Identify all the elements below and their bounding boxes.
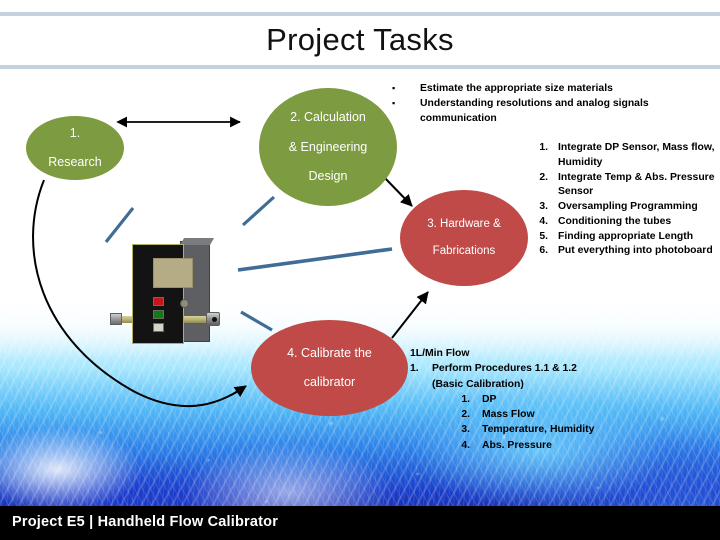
list-item-text: DP <box>482 393 497 405</box>
connector-overlay <box>32 116 429 407</box>
bullet-marker-icon: ▪ <box>392 83 396 93</box>
device-button-red <box>153 297 164 306</box>
list-item: 1. DP <box>444 392 670 407</box>
leader-line-to-hardware <box>237 247 393 272</box>
node-calibrate-calibrator[interactable]: 4. Calibrate the calibrator <box>251 320 408 416</box>
list-item-text: Perform Procedures 1.1 & 1.2 <box>432 363 577 375</box>
list-item: 5. Finding appropriate Length <box>528 230 718 245</box>
device-side-panel <box>180 241 210 342</box>
list-item-number: 3. <box>461 424 470 436</box>
leader-line-to-calibrate <box>240 310 273 332</box>
header-rule-bottom <box>0 65 720 69</box>
list-item: 1. Integrate DP Sensor, Mass flow, Humid… <box>528 141 718 171</box>
list-item-number: 4. <box>539 215 548 227</box>
list-item-continuation: (Basic Calibration) <box>432 378 524 390</box>
device-lcd-screen <box>153 258 193 288</box>
device-front-panel <box>132 244 193 344</box>
node-research[interactable]: 1. Research <box>26 116 124 180</box>
node-calculation-design[interactable]: 2. Calculation & Engineering Design <box>259 88 397 206</box>
node-calculation-label: 2. Calculation & Engineering Design <box>277 110 380 184</box>
node-hardware-line2: Fabrications <box>432 244 496 257</box>
list-item: 1. Perform Procedures 1.1 & 1.2 <box>410 361 670 376</box>
list-item-number: 1. <box>461 393 470 405</box>
header-rule-top <box>0 12 720 16</box>
list-item-text: Integrate Temp & Abs. Pressure Sensor <box>558 171 715 198</box>
bullet-list: ▪ Estimate the appropriate size material… <box>392 82 692 126</box>
device-outlet-tube <box>184 316 208 323</box>
list-item: 6. Put everything into photoboard <box>528 244 718 259</box>
node-calculation-line3: Design <box>308 169 348 184</box>
connector-calculation-to-hardware <box>382 175 413 207</box>
list-item: 3. Oversampling Programming <box>528 200 718 215</box>
leader-line-to-calculation <box>241 195 276 227</box>
node-calculation-line1: 2. Calculation <box>290 110 366 125</box>
list-item-text: Temperature, Humidity <box>482 424 595 436</box>
numbered-task-list: 1. Integrate DP Sensor, Mass flow, Humid… <box>528 141 718 259</box>
list-item-number: 4. <box>461 439 470 451</box>
device-inlet-fitting <box>110 313 122 325</box>
list-item-text: Abs. Pressure <box>482 439 552 451</box>
list-item-number: 1. <box>539 142 548 153</box>
flow-sub-list: 1. DP 2. Mass Flow 3. Temperature, Humid… <box>410 392 670 453</box>
bullet-text: Estimate the appropriate size materials <box>420 83 613 94</box>
list-item-text: Integrate DP Sensor, Mass flow, Humidity <box>558 142 715 168</box>
calibrator-device-image <box>110 238 240 346</box>
node-hardware-line1: 3. Hardware & <box>427 217 501 230</box>
device-button-grey <box>153 323 164 332</box>
device-button-green <box>153 310 164 319</box>
node-hardware-label: 3. Hardware & Fabrications <box>415 218 513 259</box>
node-research-line1: 1. <box>69 125 81 140</box>
list-item: ▪ Estimate the appropriate size material… <box>392 82 692 97</box>
connector-calibrate-to-hardware <box>391 291 429 339</box>
list-item: 3. Temperature, Humidity <box>444 422 670 437</box>
list-item-text: Mass Flow <box>482 409 535 421</box>
list-item-number: 5. <box>539 230 548 242</box>
list-item: ▪ Understanding resolutions and analog s… <box>392 97 692 127</box>
node-calibrate-line2: calibrator <box>303 375 356 390</box>
node-research-line2: Research <box>48 155 102 170</box>
list-item: 2. Mass Flow <box>444 407 670 422</box>
list-item-number: 2. <box>461 409 470 421</box>
list-item-text: Oversampling Programming <box>558 201 698 213</box>
device-top-bevel <box>180 238 215 245</box>
node-calculation-line2: & Engineering <box>288 139 368 154</box>
bullet-text: Understanding resolutions and analog sig… <box>420 97 649 124</box>
list-item: 2. Integrate Temp & Abs. Pressure Sensor <box>528 171 718 201</box>
list-item: 4. Conditioning the tubes <box>528 215 718 230</box>
list-item-text: Conditioning the tubes <box>558 215 672 227</box>
flow-heading: 1L/Min Flow <box>410 348 470 359</box>
page-title: Project Tasks <box>266 22 454 57</box>
flow-procedure-block: 1L/Min Flow 1. Perform Procedures 1.1 & … <box>410 346 670 453</box>
list-item: 4. Abs. Pressure <box>444 438 670 453</box>
leader-line-to-research <box>104 207 135 243</box>
bullet-marker-icon: ▪ <box>392 97 396 108</box>
list-item-text: Finding appropriate Length <box>558 230 694 242</box>
node-calibrate-line1: 4. Calibrate the <box>287 345 372 360</box>
node-research-label: 1. Research <box>36 126 114 170</box>
list-item-number: 3. <box>539 201 548 213</box>
list-item-number: 2. <box>539 171 548 183</box>
footer-bar: Project E5 | Handheld Flow Calibrator <box>0 506 720 540</box>
device-knob-icon <box>180 299 189 308</box>
node-calibrate-label: 4. Calibrate the calibrator <box>275 346 384 390</box>
list-item-number: 1. <box>410 363 419 375</box>
footer-title: Project E5 | Handheld Flow Calibrator <box>12 514 279 530</box>
node-hardware-fabrications[interactable]: 3. Hardware & Fabrications <box>400 190 528 286</box>
device-outlet-port-icon <box>212 317 217 322</box>
list-item-text: Put everything into photoboard <box>558 245 713 257</box>
list-item-number: 6. <box>539 245 548 257</box>
slide-canvas: Project Tasks 1. Research 2. Calculation… <box>0 0 720 540</box>
